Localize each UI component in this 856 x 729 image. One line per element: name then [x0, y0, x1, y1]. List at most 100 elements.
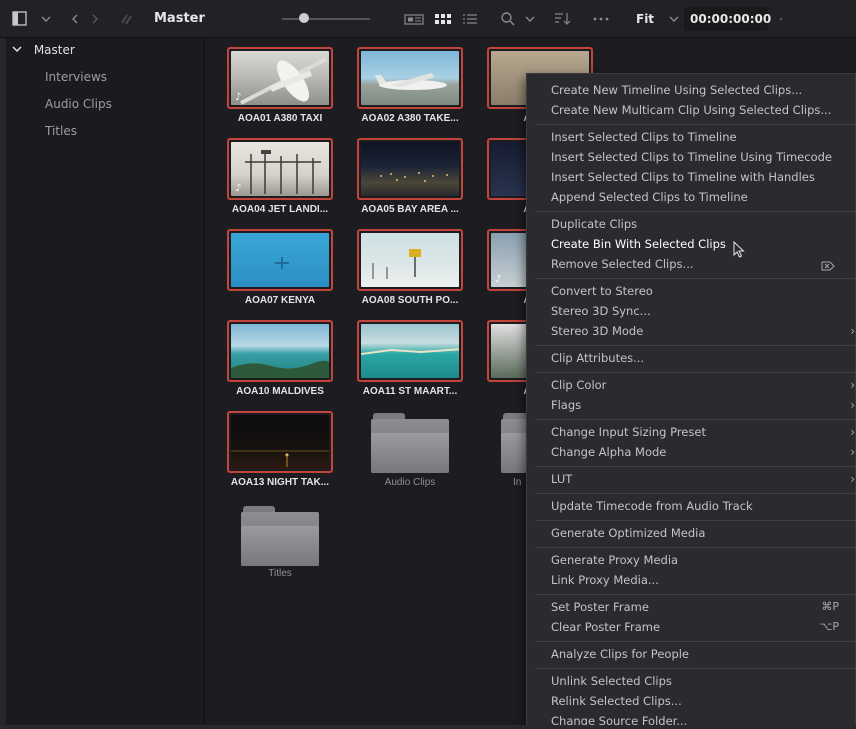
- menu-item-convert-stereo[interactable]: Convert to Stereo: [551, 284, 653, 298]
- bin-folder-icon[interactable]: [501, 413, 526, 473]
- clip-thumbnail[interactable]: ♪: [227, 47, 333, 109]
- sidebar-item-audio-clips[interactable]: Audio Clips: [45, 97, 112, 111]
- zoom-select-label[interactable]: Fit: [636, 0, 654, 38]
- menu-item-lut[interactable]: LUT: [551, 472, 572, 486]
- menu-item-analyze-people[interactable]: Analyze Clips for People: [551, 647, 689, 661]
- context-menu: Create New Timeline Using Selected Clips…: [526, 73, 856, 729]
- zoom-slider-knob[interactable]: [299, 13, 309, 23]
- menu-item-insert-clips[interactable]: Insert Selected Clips to Timeline: [551, 130, 737, 144]
- submenu-arrow-icon: ›: [850, 378, 855, 392]
- clip-label: AOA08 SOUTH PO...: [361, 295, 459, 306]
- search-options-chevron-icon[interactable]: [524, 0, 536, 38]
- clip-thumbnail[interactable]: [227, 411, 333, 473]
- chevron-down-icon[interactable]: [40, 0, 52, 38]
- bin-folder-icon[interactable]: [241, 506, 319, 566]
- menu-item-flags[interactable]: Flags: [551, 398, 581, 412]
- folder-body: [501, 419, 526, 473]
- clip-image: [231, 415, 329, 469]
- menu-item-stereo-3d-sync[interactable]: Stereo 3D Sync...: [551, 304, 651, 318]
- audio-note-icon: ♪: [235, 183, 242, 194]
- audio-note-icon: ♪: [495, 274, 502, 285]
- clip-image: [231, 51, 329, 105]
- clip-thumbnail[interactable]: [357, 138, 463, 200]
- menu-item-create-multicam-clip[interactable]: Create New Multicam Clip Using Selected …: [551, 103, 831, 117]
- sidebar-item-interviews[interactable]: Interviews: [45, 70, 107, 84]
- sidebar-item-titles[interactable]: Titles: [45, 124, 77, 138]
- clip-label: AOA05 BAY AREA ...: [361, 204, 459, 215]
- shortcut-label: ⌥P: [819, 620, 839, 633]
- folder-label: Audio Clips: [384, 477, 436, 488]
- bin-title: Master: [154, 11, 205, 26]
- thumbnail-view-icon[interactable]: [404, 0, 424, 38]
- menu-item-remove-clips[interactable]: Remove Selected Clips...: [551, 257, 694, 271]
- zoom-slider-track[interactable]: [282, 18, 370, 20]
- clip-label: AOA10 MALDIVES: [236, 386, 324, 397]
- menu-separator: [535, 372, 856, 373]
- menu-separator: [535, 278, 856, 279]
- menu-item-set-poster-frame[interactable]: Set Poster Frame: [551, 600, 649, 614]
- menu-item-update-timecode[interactable]: Update Timecode from Audio Track: [551, 499, 753, 513]
- list-view-icon[interactable]: [462, 0, 478, 38]
- clip-thumbnail[interactable]: [357, 47, 463, 109]
- clip-label: AOA07 KENYA: [244, 295, 316, 306]
- menu-item-clip-color[interactable]: Clip Color: [551, 378, 606, 392]
- submenu-arrow-icon: ›: [850, 472, 855, 486]
- chevron-down-icon[interactable]: [12, 43, 26, 57]
- menu-item-insert-clips-timecode[interactable]: Insert Selected Clips to Timeline Using …: [551, 150, 832, 164]
- menu-item-duplicate-clips[interactable]: Duplicate Clips: [551, 217, 637, 231]
- bin-sidebar: Master Interviews Audio Clips Titles: [6, 38, 205, 729]
- menu-item-append-clips[interactable]: Append Selected Clips to Timeline: [551, 190, 748, 204]
- sidebar-item-master[interactable]: Master: [12, 43, 75, 57]
- clip-label: AOA11 ST MAART...: [362, 386, 458, 397]
- menu-item-create-bin[interactable]: Create Bin With Selected Clips: [551, 237, 726, 251]
- back-icon[interactable]: [70, 0, 80, 38]
- more-icon[interactable]: [592, 0, 610, 38]
- clip-thumbnail[interactable]: [227, 320, 333, 382]
- menu-separator: [535, 345, 856, 346]
- menu-item-alpha-mode[interactable]: Change Alpha Mode: [551, 445, 666, 459]
- clip-thumbnail[interactable]: [357, 229, 463, 291]
- forward-icon[interactable]: [90, 0, 100, 38]
- folder-label: Titles: [268, 568, 292, 579]
- shortcut-label: ⌘P: [821, 600, 839, 613]
- menu-item-unlink-clips[interactable]: Unlink Selected Clips: [551, 674, 672, 688]
- clip-thumbnail[interactable]: ♪: [227, 138, 333, 200]
- sidebar-item-label: Master: [33, 43, 75, 57]
- menu-item-create-new-timeline[interactable]: Create New Timeline Using Selected Clips…: [551, 83, 802, 97]
- menu-separator: [535, 493, 856, 494]
- clip-image: [231, 233, 329, 287]
- menu-item-clip-attributes[interactable]: Clip Attributes...: [551, 351, 644, 365]
- bin-folder-icon[interactable]: [371, 413, 449, 473]
- submenu-arrow-icon: ›: [850, 445, 855, 459]
- clip-label: AOA02 A380 TAKE...: [361, 113, 459, 124]
- menu-separator: [535, 211, 856, 212]
- menu-separator: [535, 668, 856, 669]
- menu-separator: [535, 547, 856, 548]
- menu-item-stereo-3d-mode[interactable]: Stereo 3D Mode: [551, 324, 643, 338]
- clip-thumbnail[interactable]: [357, 320, 463, 382]
- menu-item-relink-clips[interactable]: Relink Selected Clips...: [551, 694, 682, 708]
- zoom-chevron-icon[interactable]: [668, 0, 680, 38]
- menu-separator: [535, 466, 856, 467]
- menu-item-optimized-media[interactable]: Generate Optimized Media: [551, 526, 705, 540]
- clip-image: [231, 324, 329, 378]
- timecode-display[interactable]: 00:00:00:00: [690, 0, 771, 38]
- toolbar: Master Fit 00:00:00:00: [0, 0, 856, 38]
- submenu-arrow-icon: ›: [850, 425, 855, 439]
- grid-view-icon[interactable]: [434, 0, 452, 38]
- clip-image: [361, 142, 459, 196]
- search-icon[interactable]: [500, 0, 516, 38]
- menu-item-generate-proxy[interactable]: Generate Proxy Media: [551, 553, 678, 567]
- panel-toggle-icon[interactable]: [12, 0, 28, 38]
- menu-item-clear-poster-frame[interactable]: Clear Poster Frame: [551, 620, 660, 634]
- remove-clips-icon: [821, 257, 835, 276]
- link-icon[interactable]: [118, 0, 136, 38]
- menu-item-insert-clips-handles[interactable]: Insert Selected Clips to Timeline with H…: [551, 170, 815, 184]
- submenu-arrow-icon: ›: [850, 398, 855, 412]
- clip-thumbnail[interactable]: [227, 229, 333, 291]
- sort-icon[interactable]: [554, 0, 572, 38]
- menu-item-input-sizing[interactable]: Change Input Sizing Preset: [551, 425, 706, 439]
- menu-item-link-proxy[interactable]: Link Proxy Media...: [551, 573, 659, 587]
- menu-separator: [535, 594, 856, 595]
- timecode-dot-icon: [778, 0, 784, 38]
